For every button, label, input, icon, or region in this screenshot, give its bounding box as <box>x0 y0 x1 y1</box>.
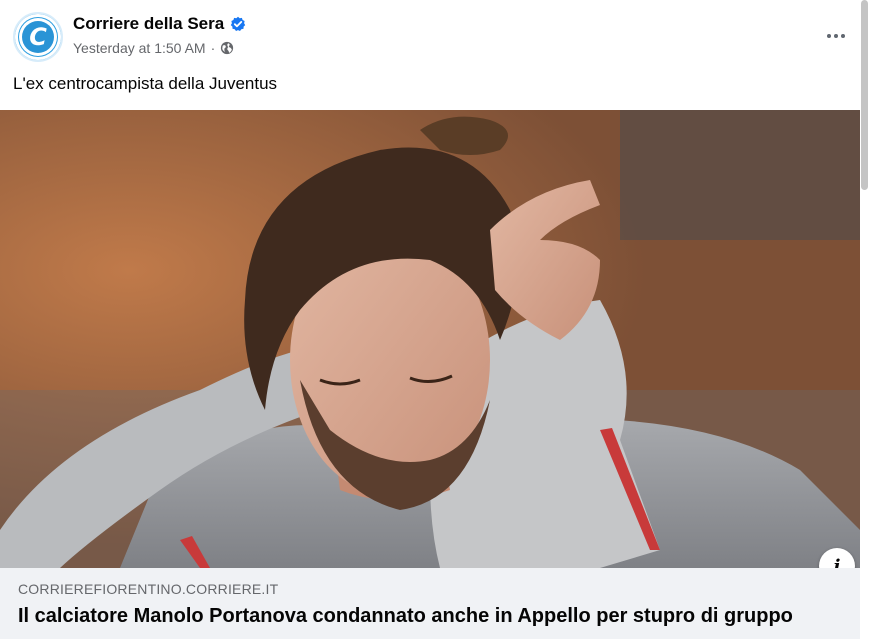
avatar-logo: C <box>22 21 54 53</box>
globe-icon[interactable] <box>220 41 234 55</box>
facebook-post: C Corriere della Sera Yesterday at 1:50 … <box>0 0 869 639</box>
link-domain: CORRIEREFIORENTINO.CORRIERE.IT <box>18 581 279 597</box>
scrollbar-thumb[interactable] <box>861 0 868 190</box>
page-name-row: Corriere della Sera <box>73 14 246 34</box>
link-preview-footer[interactable]: CORRIEREFIORENTINO.CORRIERE.IT Il calcia… <box>0 568 860 639</box>
link-preview-image[interactable] <box>0 110 860 568</box>
link-title[interactable]: Il calciatore Manolo Portanova condannat… <box>18 605 793 628</box>
meta-separator: · <box>210 40 216 56</box>
verified-badge-icon <box>230 16 246 32</box>
page-name-link[interactable]: Corriere della Sera <box>73 14 224 34</box>
more-dot <box>827 34 831 38</box>
post-header: C Corriere della Sera Yesterday at 1:50 … <box>0 0 860 72</box>
scrollbar[interactable] <box>860 0 869 639</box>
more-options-icon[interactable] <box>818 18 854 54</box>
avatar-ring: C <box>19 18 57 56</box>
page-avatar[interactable]: C <box>13 12 63 62</box>
post-timestamp[interactable]: Yesterday at 1:50 AM <box>73 40 206 56</box>
more-dot <box>834 34 838 38</box>
post-caption: L'ex centrocampista della Juventus <box>13 74 278 93</box>
more-dot <box>841 34 845 38</box>
post-meta: Yesterday at 1:50 AM · <box>73 40 234 56</box>
